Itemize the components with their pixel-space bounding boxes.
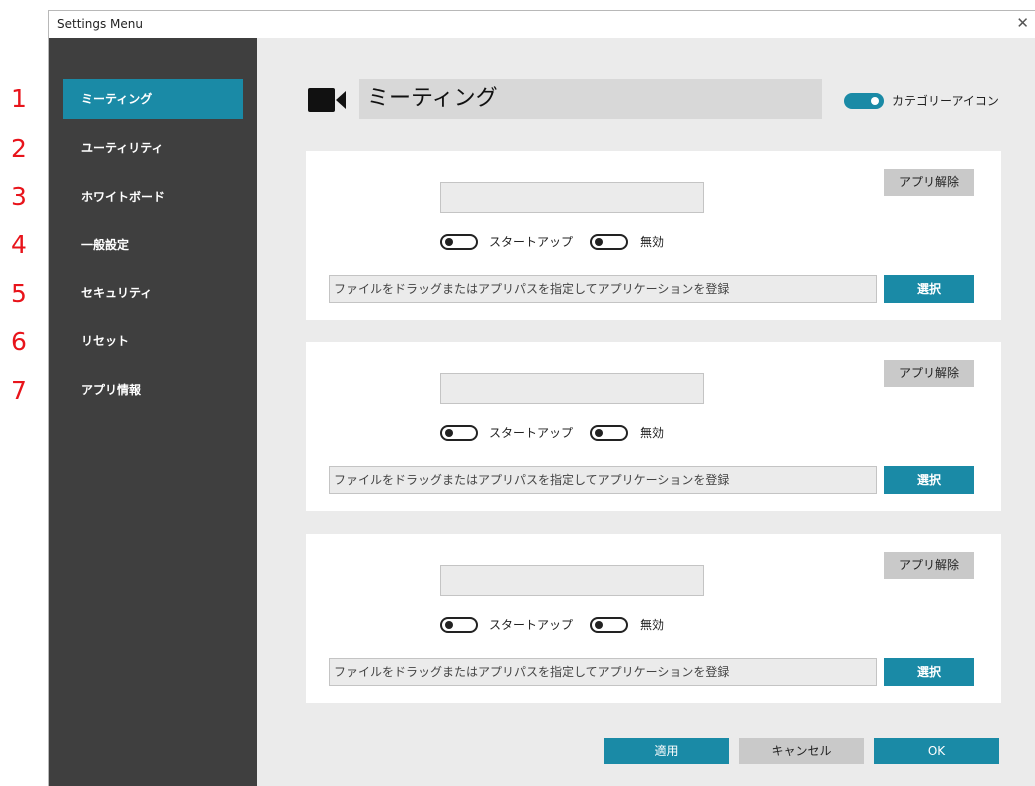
ok-button[interactable]: OK <box>874 738 999 764</box>
marker-6: 6 <box>11 327 27 356</box>
app-path-input[interactable]: ファイルをドラッグまたはアプリパスを指定してアプリケーションを登録 <box>329 275 877 303</box>
sidebar-item-meeting[interactable]: ミーティング <box>63 79 243 119</box>
category-icon-toggle[interactable] <box>844 93 884 109</box>
remove-app-button[interactable]: アプリ解除 <box>884 552 974 579</box>
startup-toggle[interactable] <box>440 234 478 250</box>
category-title: ミーティング <box>359 79 822 119</box>
disable-toggle[interactable] <box>590 234 628 250</box>
startup-toggle[interactable] <box>440 425 478 441</box>
toggle-knob <box>445 429 453 437</box>
sidebar-item-general[interactable]: 一般設定 <box>63 225 243 265</box>
startup-label: スタートアップ <box>489 235 574 249</box>
sidebar-item-whiteboard[interactable]: ホワイトボード <box>63 177 243 217</box>
settings-window: Settings Menu ✕ ミーティング ユーティリティ ホワイトボード 一… <box>48 10 1035 786</box>
startup-toggle[interactable] <box>440 617 478 633</box>
marker-2: 2 <box>11 134 27 163</box>
video-camera-icon <box>308 88 346 112</box>
app-name-field[interactable] <box>440 565 704 596</box>
app-card-1: アプリ解除 スタートアップ 無効 ファイルをドラッグまたはアプリパスを指定してア… <box>306 151 1001 320</box>
startup-label: スタートアップ <box>489 426 574 440</box>
select-button[interactable]: 選択 <box>884 658 974 686</box>
toggle-knob <box>595 429 603 437</box>
toggle-knob <box>595 238 603 246</box>
sidebar-item-reset[interactable]: リセット <box>63 321 243 361</box>
startup-label: スタートアップ <box>489 618 574 632</box>
disable-toggle[interactable] <box>590 617 628 633</box>
toggle-knob <box>595 621 603 629</box>
cancel-button[interactable]: キャンセル <box>739 738 864 764</box>
disable-label: 無効 <box>640 426 665 440</box>
marker-1: 1 <box>11 84 27 113</box>
close-icon[interactable]: ✕ <box>1016 11 1029 36</box>
app-path-input[interactable]: ファイルをドラッグまたはアプリパスを指定してアプリケーションを登録 <box>329 466 877 494</box>
marker-3: 3 <box>11 182 27 211</box>
disable-label: 無効 <box>640 618 665 632</box>
sidebar-item-security[interactable]: セキュリティ <box>63 273 243 313</box>
select-button[interactable]: 選択 <box>884 275 974 303</box>
app-name-field[interactable] <box>440 182 704 213</box>
app-card-2: アプリ解除 スタートアップ 無効 ファイルをドラッグまたはアプリパスを指定してア… <box>306 342 1001 511</box>
toggle-knob <box>445 621 453 629</box>
category-icon-label: カテゴリーアイコン <box>892 94 999 108</box>
sidebar-item-utility[interactable]: ユーティリティ <box>63 128 243 168</box>
app-card-3: アプリ解除 スタートアップ 無効 ファイルをドラッグまたはアプリパスを指定してア… <box>306 534 1001 703</box>
marker-4: 4 <box>11 230 27 259</box>
marker-7: 7 <box>11 376 27 405</box>
toggle-knob <box>871 97 879 105</box>
apply-button[interactable]: 適用 <box>604 738 729 764</box>
app-path-input[interactable]: ファイルをドラッグまたはアプリパスを指定してアプリケーションを登録 <box>329 658 877 686</box>
remove-app-button[interactable]: アプリ解除 <box>884 169 974 196</box>
disable-toggle[interactable] <box>590 425 628 441</box>
remove-app-button[interactable]: アプリ解除 <box>884 360 974 387</box>
title-bar: Settings Menu ✕ <box>49 11 1035 38</box>
disable-label: 無効 <box>640 235 665 249</box>
toggle-knob <box>445 238 453 246</box>
sidebar: ミーティング ユーティリティ ホワイトボード 一般設定 セキュリティ リセット … <box>49 38 257 786</box>
app-name-field[interactable] <box>440 373 704 404</box>
window-title: Settings Menu <box>57 17 143 31</box>
marker-5: 5 <box>11 279 27 308</box>
sidebar-item-app-info[interactable]: アプリ情報 <box>63 370 243 410</box>
select-button[interactable]: 選択 <box>884 466 974 494</box>
